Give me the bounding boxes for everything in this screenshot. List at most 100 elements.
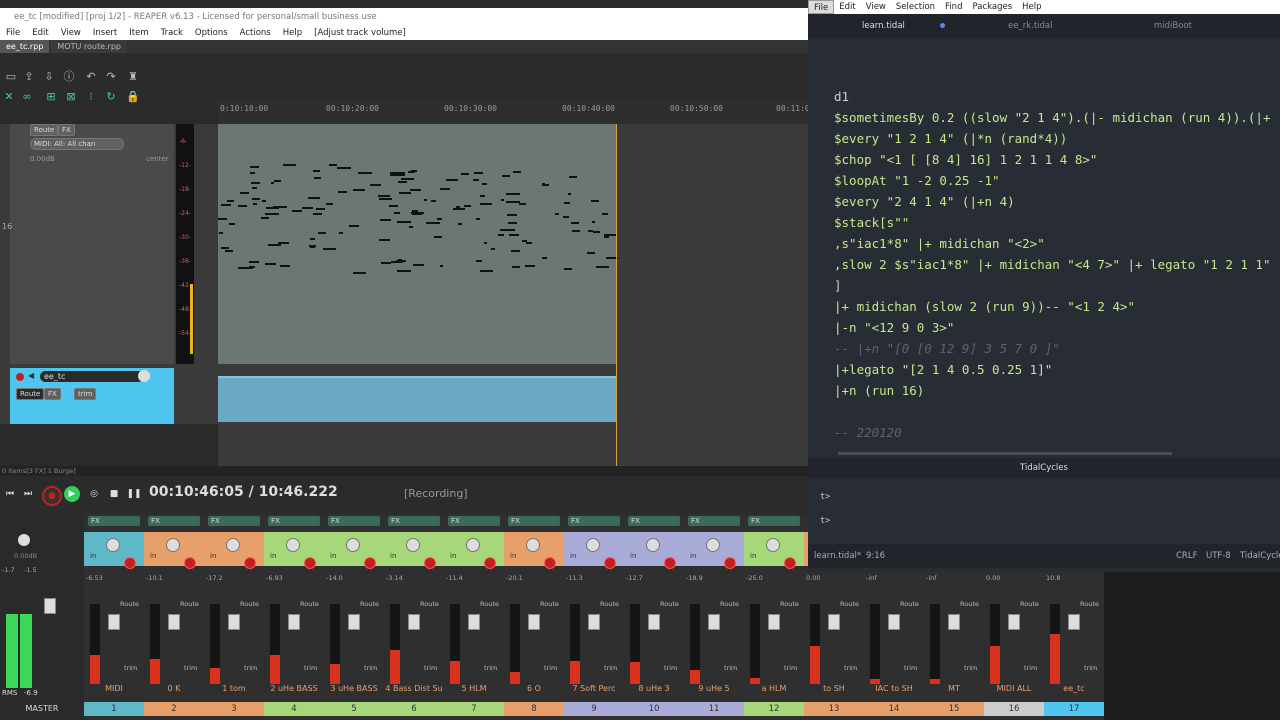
strip-name[interactable]: 2 uHe BASS (264, 684, 324, 693)
pan-knob[interactable] (346, 538, 360, 552)
volume-fader[interactable] (828, 614, 840, 630)
route-button[interactable]: Route (900, 600, 919, 608)
code-line[interactable]: ,slow 2 $s"iac1*8" |+ midichan "<4 7>" |… (834, 254, 1271, 275)
master-pan-knob[interactable] (18, 534, 30, 546)
volume-fader[interactable] (888, 614, 900, 630)
strip-name[interactable]: to SH (804, 684, 864, 693)
record-arm-icon[interactable] (244, 557, 256, 569)
volume-knob[interactable] (138, 370, 150, 382)
record-arm-icon[interactable] (664, 557, 676, 569)
route-button[interactable]: Route (240, 600, 259, 608)
audio-item[interactable] (218, 376, 616, 422)
grid-icon[interactable]: ✕ (2, 91, 16, 103)
project-tab-ee-tc[interactable]: ee_tc.rpp (0, 40, 50, 53)
pan-knob[interactable] (466, 538, 480, 552)
route-button[interactable]: Route (420, 600, 439, 608)
mixer-strip[interactable]: FX in -14.0 Route trim 3 uHe BASS 5 (324, 514, 385, 720)
editor-menu-find[interactable]: Find (940, 0, 967, 14)
play-button[interactable]: ▶ (64, 486, 80, 502)
status-file[interactable]: learn.tidal* (814, 544, 861, 568)
strip-name[interactable]: MIDI ALL (984, 684, 1044, 693)
editor-tab-ee-rk[interactable]: ee_rk.tidal (1008, 14, 1053, 38)
mixer-strip[interactable]: FX in -17.2 Route trim 1 tom 3 (204, 514, 265, 720)
track-17-panel[interactable]: ◀ ee_tc Route FX trim (10, 368, 174, 424)
volume-fader[interactable] (708, 614, 720, 630)
fx-button[interactable]: FX (58, 124, 75, 136)
menu-item[interactable]: Item (123, 26, 154, 40)
strip-name[interactable]: a HLM (744, 684, 804, 693)
strip-number[interactable]: 12 (744, 702, 804, 716)
route-button[interactable]: Route (960, 600, 979, 608)
track-name-field[interactable]: ee_tc (40, 371, 144, 382)
menu-options[interactable]: Options (189, 26, 234, 40)
strip-number[interactable]: 6 (384, 702, 444, 716)
route-button[interactable]: Route (30, 124, 59, 136)
record-arm-icon[interactable] (784, 557, 796, 569)
code-line[interactable]: |+legato "[2 1 4 0.5 0.25 1]" (834, 359, 1052, 380)
editor-menu-edit[interactable]: Edit (834, 0, 860, 14)
mixer-strip[interactable]: FX in -10.1 Route trim 0 K 2 (144, 514, 205, 720)
strip-number[interactable]: 16 (984, 702, 1044, 716)
pan-knob[interactable] (226, 538, 240, 552)
code-line[interactable]: |-n "<12 9 0 3>" (834, 317, 954, 338)
volume-fader[interactable] (528, 614, 540, 630)
route-button[interactable]: Route (660, 600, 679, 608)
project-settings-icon[interactable]: ⓘ (62, 71, 76, 83)
timeline-ruler[interactable]: 0:10:10:00 00:10:20:00 00:10:30:00 00:10… (218, 100, 808, 125)
code-line[interactable]: d1 (834, 86, 849, 107)
route-button[interactable]: Route (840, 600, 859, 608)
volume-fader[interactable] (768, 614, 780, 630)
volume-fader[interactable] (468, 614, 480, 630)
route-button[interactable]: Route (480, 600, 499, 608)
master-strip[interactable]: -1.7 -1.5 0.00dB RMS -6.9 MASTER (0, 514, 84, 720)
route-button[interactable]: Route (720, 600, 739, 608)
strip-number[interactable]: 11 (684, 702, 744, 716)
strip-name[interactable]: 6 O (504, 684, 564, 693)
fx-button[interactable]: FX (328, 516, 380, 526)
volume-fader[interactable] (948, 614, 960, 630)
mixer-strip[interactable]: FX in -25.0 Route trim a HLM 12 (744, 514, 805, 720)
route-button[interactable]: Route (780, 600, 799, 608)
mixer-strip[interactable]: FX in -20.1 Route trim 6 O 8 (504, 514, 565, 720)
fx-button[interactable]: FX (688, 516, 740, 526)
stop-button[interactable]: ■ (106, 486, 122, 502)
go-to-end-icon[interactable]: ⏭ (20, 486, 36, 502)
volume-fader[interactable] (228, 614, 240, 630)
auto-crossfade-icon[interactable]: ⊠ (64, 91, 78, 103)
record-arm-icon[interactable] (364, 557, 376, 569)
code-line[interactable]: -- |+n "[0 [0 12 9] 3 5 7 0 ]" (834, 338, 1060, 359)
editor-menu-selection[interactable]: Selection (891, 0, 940, 14)
horizontal-scrollbar[interactable] (838, 452, 1172, 455)
strip-name[interactable]: ee_tc (1044, 684, 1104, 693)
fx-button[interactable]: FX (268, 516, 320, 526)
mixer-strip[interactable]: FX in -18.9 Route trim 9 uHe 5 11 (684, 514, 745, 720)
strip-number[interactable]: 3 (204, 702, 264, 716)
volume-fader[interactable] (108, 614, 120, 630)
strip-number[interactable]: 14 (864, 702, 924, 716)
pan-knob[interactable] (526, 538, 540, 552)
ripple-edit-icon[interactable]: ⊞ (44, 91, 58, 103)
strip-name[interactable]: MT (924, 684, 984, 693)
record-arm-icon[interactable] (16, 373, 24, 381)
status-cursor-position[interactable]: 9:16 (866, 544, 885, 568)
volume-fader[interactable] (408, 614, 420, 630)
volume-fader[interactable] (348, 614, 360, 630)
strip-number[interactable]: 8 (504, 702, 564, 716)
strip-name[interactable]: 7 Soft Perc (564, 684, 624, 693)
editor-tab-midiboot[interactable]: midiBoot (1154, 14, 1192, 38)
volume-fader[interactable] (648, 614, 660, 630)
menu-insert[interactable]: Insert (87, 26, 123, 40)
strip-number[interactable]: 9 (564, 702, 624, 716)
strip-number[interactable]: 10 (624, 702, 684, 716)
code-line[interactable]: $every "2 4 1 4" (|+n 4) (834, 191, 1015, 212)
volume-fader[interactable] (1008, 614, 1020, 630)
speaker-icon[interactable]: ◀ (28, 371, 34, 380)
volume-fader[interactable] (168, 614, 180, 630)
editor-menu-file[interactable]: File (808, 0, 835, 14)
fx-button[interactable]: FX (388, 516, 440, 526)
record-arm-icon[interactable] (304, 557, 316, 569)
pause-button[interactable]: ❚❚ (126, 486, 142, 502)
code-line[interactable]: $sometimesBy 0.2 ((slow "2 1 4").(|- mid… (834, 107, 1271, 128)
strip-name[interactable]: 5 HLM (444, 684, 504, 693)
envelope-points-icon[interactable]: ⁝ (84, 91, 98, 103)
